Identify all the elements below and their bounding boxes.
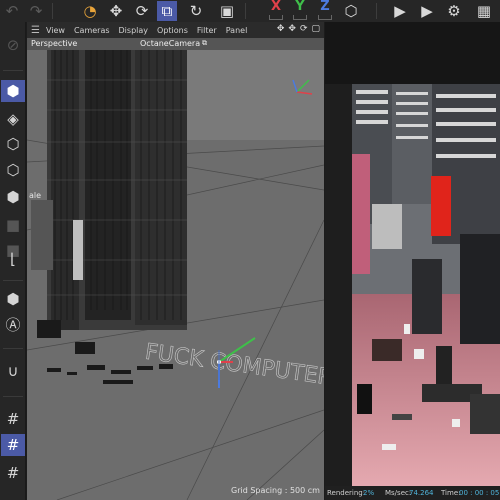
lock-y-axis-button[interactable]: Y xyxy=(288,0,312,22)
toolbar-divider xyxy=(3,70,23,71)
editor-viewport[interactable]: ☰ View Cameras Display Options Filter Pa… xyxy=(27,22,324,500)
time-label: Time: xyxy=(441,489,461,497)
red-cylinder xyxy=(431,176,451,236)
server-rack-wireframe xyxy=(31,50,187,330)
menu-display[interactable]: Display xyxy=(119,26,149,35)
snap-mode-icon[interactable]: Ⓐ xyxy=(1,313,25,335)
mode-toolbar: ⊘ ⬢ ◈ ⬡ ⬡ ⬢ ■ ■ ⌊ ⬢ Ⓐ ∪ # # # xyxy=(0,22,26,500)
object-mode-icon[interactable]: ⬢ xyxy=(1,80,25,102)
time-value: 00 : 00 : 05 xyxy=(459,489,500,497)
maximize-view-icon[interactable]: ▢ xyxy=(311,24,320,34)
move-icon[interactable]: ✥ xyxy=(106,1,126,21)
toolbar-divider xyxy=(52,3,53,19)
toolbar-divider xyxy=(3,396,23,397)
render-settings-icon[interactable]: ⚙ xyxy=(444,1,464,21)
workplane-icon[interactable]: # xyxy=(1,434,25,456)
redo-icon[interactable]: ↷ xyxy=(26,1,46,21)
edge-mode-icon[interactable]: ⬡ xyxy=(1,159,25,181)
menu-panel[interactable]: Panel xyxy=(226,26,248,35)
scene-canvas[interactable]: FUCK COMPUTERS ale xyxy=(27,50,324,500)
toolbar-divider xyxy=(376,3,377,19)
undo-icon[interactable]: ↶ xyxy=(2,1,22,21)
viewport-nav-icons: ✥ ✥ ⟳ ▢ xyxy=(277,24,320,34)
render-image xyxy=(352,84,500,486)
menu-view[interactable]: View xyxy=(46,26,65,35)
render-view-header xyxy=(325,22,500,84)
scale-icon[interactable]: ⧉ xyxy=(157,1,177,21)
menu-options[interactable]: Options xyxy=(157,26,188,35)
render-region-icon[interactable]: ▦ xyxy=(474,1,494,21)
point-mode-icon[interactable]: ⬡ xyxy=(1,133,25,155)
side-object xyxy=(31,200,53,270)
viewport-header: Perspective OctaneCamera ⧉ xyxy=(27,38,324,50)
main-toolbar: ↶ ↷ ◔ ✥ ⟳ ⧉ ↻ ▣ X Y Z ⬡ ▶ ▶ ⚙ ▦ xyxy=(0,0,500,22)
ms-per-sec-value: 74.264 xyxy=(409,489,434,497)
grid-snap-icon[interactable]: # xyxy=(1,408,25,430)
object-label-partial: ale xyxy=(29,191,41,200)
toolbar-divider xyxy=(245,3,246,19)
lock-z-axis-button[interactable]: Z xyxy=(313,0,337,22)
render-view-sidebar xyxy=(325,84,352,486)
pan-icon[interactable]: ✥ xyxy=(277,24,285,34)
camera-link-icon[interactable]: ⧉ xyxy=(202,39,207,48)
render-view-icon[interactable]: ▶ xyxy=(390,1,410,21)
viewport-menu-bar: ☰ View Cameras Display Options Filter Pa… xyxy=(27,22,324,38)
octane-render-view[interactable] xyxy=(352,84,500,486)
rotate-view-icon[interactable]: ⟳ xyxy=(300,24,308,34)
magnet-icon[interactable]: ∪ xyxy=(1,360,25,382)
rotate-icon[interactable]: ⟳ xyxy=(132,1,152,21)
axis-mode-icon[interactable]: ⌊ xyxy=(1,248,25,270)
make-editable-icon[interactable]: ⊘ xyxy=(1,34,25,56)
rendering-progress: 2% xyxy=(363,489,375,497)
ms-per-sec-label: Ms/sec: xyxy=(385,489,412,497)
toolbar-divider xyxy=(3,280,23,281)
refresh-icon[interactable]: ↻ xyxy=(186,1,206,21)
world-coordinates-icon[interactable]: ⬡ xyxy=(341,1,361,21)
render-picture-viewer-icon[interactable]: ▶ xyxy=(417,1,437,21)
render-status-bar: Rendering: 2% Ms/sec: 74.264 Time: 00 : … xyxy=(325,486,500,500)
toolbar-divider xyxy=(3,348,23,349)
camera-mode-label: Perspective xyxy=(31,39,78,48)
move-view-icon[interactable]: ✥ xyxy=(288,24,296,34)
snap-settings-icon[interactable]: # xyxy=(1,462,25,484)
menu-filter[interactable]: Filter xyxy=(197,26,217,35)
cylinder-object xyxy=(73,220,83,280)
lock-x-axis-button[interactable]: X xyxy=(264,0,288,22)
active-camera-label[interactable]: OctaneCamera xyxy=(140,39,200,48)
polygon-mode-icon[interactable]: ⬢ xyxy=(1,186,25,208)
texture-mode-icon[interactable]: ◈ xyxy=(1,108,25,130)
hamburger-menu-icon[interactable]: ☰ xyxy=(31,25,40,36)
menu-cameras[interactable]: Cameras xyxy=(74,26,110,35)
rendering-label: Rendering: xyxy=(327,489,366,497)
coordinate-system-icon[interactable]: ▣ xyxy=(217,1,237,21)
tweak-mode-icon[interactable]: ⬢ xyxy=(1,288,25,310)
model-mode-icon[interactable]: ◔ xyxy=(80,1,100,21)
grid-spacing-readout: Grid Spacing : 500 cm xyxy=(231,486,320,495)
uv-mode-icon[interactable]: ■ xyxy=(1,214,25,236)
